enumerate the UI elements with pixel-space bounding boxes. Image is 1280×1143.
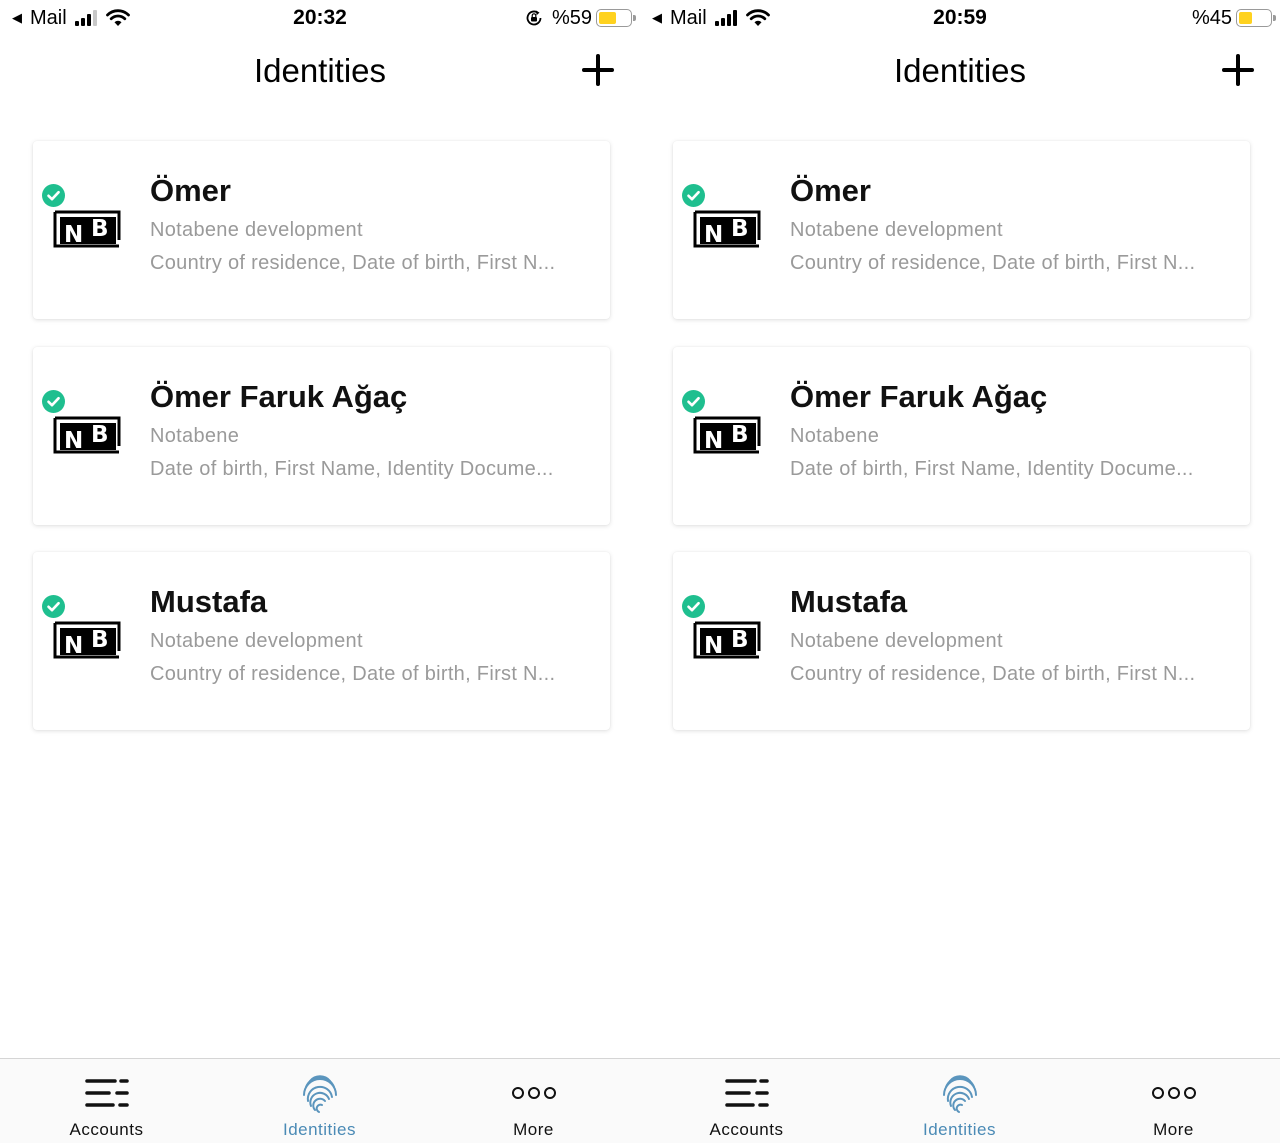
identity-attributes: Country of residence, Date of birth, Fir… (150, 252, 556, 274)
verified-check-icon (42, 184, 65, 207)
tab-identities[interactable]: Identities (853, 1059, 1066, 1143)
verified-check-icon (682, 184, 705, 207)
notabene-logo-icon: N B (53, 621, 121, 659)
identity-organization: Notabene development (150, 630, 363, 652)
more-icon (1151, 1087, 1196, 1099)
identity-name: Ömer (790, 173, 871, 208)
identity-organization: Notabene (150, 425, 240, 447)
identity-attributes: Country of residence, Date of birth, Fir… (150, 663, 556, 685)
status-time: 20:59 (933, 6, 987, 29)
tab-more[interactable]: More (427, 1059, 640, 1143)
battery-percentage: %45 (1191, 6, 1232, 29)
tab-accounts[interactable]: Accounts (0, 1059, 213, 1143)
notabene-logo-icon: N B (693, 416, 761, 454)
battery-icon (1236, 9, 1276, 27)
identity-organization: Notabene development (790, 219, 1003, 241)
add-identity-button[interactable] (1218, 50, 1258, 90)
tab-bar: Accounts Identities More (0, 1058, 640, 1143)
notabene-logo-icon: N B (693, 621, 761, 659)
tab-label: Identities (922, 1120, 997, 1139)
status-right: %59 (524, 6, 636, 30)
notabene-logo-icon: N B (693, 210, 761, 248)
page-title: Identities (253, 52, 387, 89)
identity-name: Mustafa (790, 584, 908, 619)
tab-identities[interactable]: Identities (213, 1059, 426, 1143)
identity-attributes: Country of residence, Date of birth, Fir… (790, 252, 1196, 274)
notabene-logo-icon: N B (53, 210, 121, 248)
fingerprint-icon (942, 1075, 977, 1113)
page-title: Identities (893, 52, 1027, 89)
svg-text:B: B (731, 627, 749, 653)
phone-screen-left: ◀ Mail 20:32 %59 Identities N B Ömer Not… (0, 0, 640, 1143)
identity-name: Ömer Faruk Ağaç (790, 379, 1048, 414)
phone-screen-right: ◀ Mail 20:59 %45 Identities N B Ömer Not… (640, 0, 1280, 1143)
tab-accounts[interactable]: Accounts (640, 1059, 853, 1143)
tab-label: Accounts (709, 1120, 784, 1139)
tab-label: More (1153, 1120, 1194, 1139)
list-icon (724, 1079, 769, 1107)
add-identity-button[interactable] (578, 50, 618, 90)
notabene-logo-icon: N B (53, 416, 121, 454)
status-right: %45 (1191, 6, 1276, 30)
battery-icon (596, 9, 636, 27)
identity-card[interactable]: N B Mustafa Notabene development Country… (673, 552, 1250, 730)
svg-text:N: N (64, 428, 83, 454)
svg-text:N: N (64, 633, 83, 659)
verified-check-icon (682, 390, 705, 413)
identity-card[interactable]: N B Ömer Faruk Ağaç Notabene Date of bir… (673, 347, 1250, 525)
svg-text:B: B (91, 627, 109, 653)
svg-text:N: N (704, 428, 723, 454)
identity-card[interactable]: N B Ömer Faruk Ağaç Notabene Date of bir… (33, 347, 610, 525)
svg-text:N: N (704, 633, 723, 659)
status-bar: ◀ Mail 20:59 %45 (640, 0, 1280, 36)
rotation-lock-icon (526, 10, 542, 26)
identity-name: Mustafa (150, 584, 268, 619)
battery-percentage: %59 (551, 6, 592, 29)
tab-bar: Accounts Identities More (640, 1058, 1280, 1143)
identity-card[interactable]: N B Mustafa Notabene development Country… (33, 552, 610, 730)
svg-text:B: B (91, 422, 109, 448)
more-icon (511, 1087, 556, 1099)
identity-organization: Notabene (790, 425, 880, 447)
list-icon (84, 1079, 129, 1107)
identity-name: Ömer Faruk Ağaç (150, 379, 408, 414)
tab-label: Accounts (69, 1120, 144, 1139)
tab-more[interactable]: More (1067, 1059, 1280, 1143)
identity-attributes: Date of birth, First Name, Identity Docu… (150, 458, 554, 480)
svg-text:B: B (731, 216, 749, 242)
identity-organization: Notabene development (150, 219, 363, 241)
status-bar: ◀ Mail 20:32 %59 (0, 0, 640, 36)
svg-text:B: B (91, 216, 109, 242)
identity-card[interactable]: N B Ömer Notabene development Country of… (33, 141, 610, 319)
identity-organization: Notabene development (790, 630, 1003, 652)
svg-text:N: N (704, 222, 723, 248)
fingerprint-icon (302, 1075, 337, 1113)
verified-check-icon (682, 595, 705, 618)
identity-name: Ömer (150, 173, 231, 208)
verified-check-icon (42, 595, 65, 618)
svg-text:N: N (64, 222, 83, 248)
identity-card[interactable]: N B Ömer Notabene development Country of… (673, 141, 1250, 319)
identity-attributes: Date of birth, First Name, Identity Docu… (790, 458, 1194, 480)
tab-label: Identities (282, 1120, 357, 1139)
identity-attributes: Country of residence, Date of birth, Fir… (790, 663, 1196, 685)
verified-check-icon (42, 390, 65, 413)
tab-label: More (513, 1120, 554, 1139)
svg-text:B: B (731, 422, 749, 448)
